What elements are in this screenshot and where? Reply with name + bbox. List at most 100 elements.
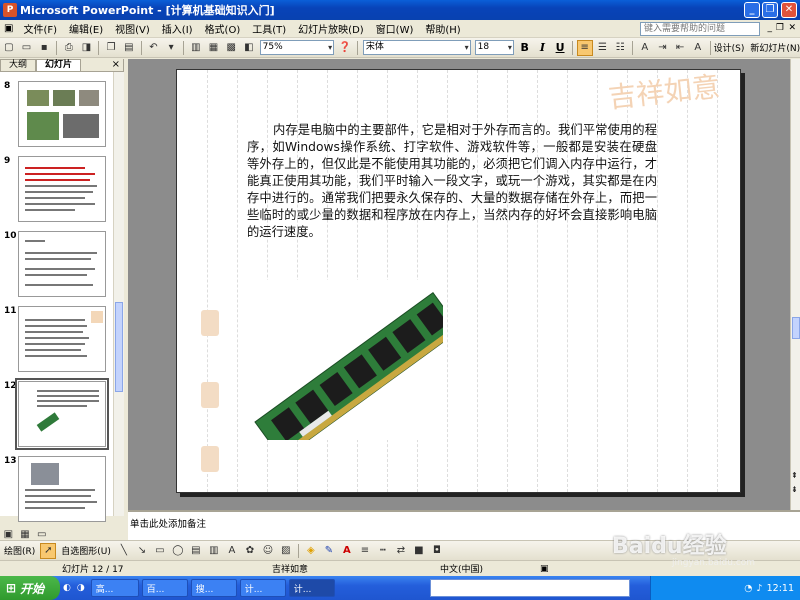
- menu-slideshow[interactable]: 幻灯片放映(D): [292, 21, 370, 36]
- slide-vertical-scrollbar[interactable]: ⇞ ⇟: [790, 59, 800, 510]
- font-size-select[interactable]: 18: [474, 40, 514, 55]
- oval-tool-icon[interactable]: ◯: [170, 543, 186, 559]
- undo-icon[interactable]: ↶: [146, 40, 162, 56]
- vertical-textbox-icon[interactable]: ▥: [206, 543, 222, 559]
- picture-icon[interactable]: ▨: [278, 543, 294, 559]
- bold-button[interactable]: B: [517, 40, 533, 56]
- slide-canvas[interactable]: 吉祥如意 内存是电脑中的主要部件，它是相对于外存而言的。我们平常使用的程序，如W…: [176, 69, 741, 493]
- minimize-button[interactable]: _: [744, 2, 760, 18]
- select-pointer-icon[interactable]: ➚: [40, 542, 57, 559]
- help-search-input[interactable]: 键入需要帮助的问题: [640, 22, 760, 36]
- start-button[interactable]: ⊞ 开始: [0, 576, 60, 600]
- menu-format[interactable]: 格式(O): [199, 21, 247, 36]
- align-left-icon[interactable]: ≡: [576, 39, 593, 56]
- font-select[interactable]: 宋体: [362, 40, 471, 55]
- powerpoint-app-icon[interactable]: P: [3, 3, 17, 17]
- clipart-icon[interactable]: ☺: [260, 543, 276, 559]
- ram-module-image[interactable]: [243, 280, 443, 440]
- insert-table-icon[interactable]: ▦: [206, 40, 222, 56]
- prev-slide-icon[interactable]: ⇞: [791, 471, 798, 480]
- thumbnail-image[interactable]: [18, 456, 106, 522]
- arrow-style-icon[interactable]: ⇄: [393, 543, 409, 559]
- indent-icon[interactable]: ⇥: [655, 40, 671, 56]
- line-tool-icon[interactable]: ╲: [116, 543, 132, 559]
- search-bar[interactable]: [430, 579, 630, 597]
- slides-pane-scrollbar[interactable]: [113, 72, 124, 516]
- shadow-icon[interactable]: ■: [411, 543, 427, 559]
- bullets-icon[interactable]: ☷: [612, 40, 628, 56]
- taskbar-item[interactable]: 高...: [90, 579, 139, 597]
- thumbnail-image[interactable]: [18, 81, 106, 147]
- document-icon[interactable]: ▣: [0, 23, 17, 34]
- textbox-tool-icon[interactable]: ▤: [188, 543, 204, 559]
- rectangle-tool-icon[interactable]: ▭: [152, 543, 168, 559]
- save-icon[interactable]: ▪: [36, 40, 52, 56]
- thumbnail-image[interactable]: [15, 378, 109, 450]
- next-slide-icon[interactable]: ⇟: [791, 485, 798, 494]
- draw-menu-button[interactable]: 绘图(R): [0, 544, 39, 557]
- doc-restore-button[interactable]: ❐: [776, 23, 784, 33]
- taskbar-item[interactable]: 搜...: [190, 579, 237, 597]
- zoom-select[interactable]: 75%: [259, 40, 335, 55]
- menu-file[interactable]: 文件(F): [17, 21, 63, 36]
- doc-minimize-button[interactable]: _: [768, 23, 773, 33]
- diagram-icon[interactable]: ✿: [242, 543, 258, 559]
- menu-view[interactable]: 视图(V): [109, 21, 156, 36]
- close-button[interactable]: ✕: [781, 2, 797, 18]
- help-icon[interactable]: ❓: [337, 40, 353, 56]
- slide-thumbnail[interactable]: 13: [0, 456, 112, 526]
- open-icon[interactable]: ▭: [19, 40, 35, 56]
- tab-outline[interactable]: 大纲: [0, 59, 37, 71]
- numbering-icon[interactable]: ☰: [595, 40, 611, 56]
- autoshapes-button[interactable]: 自选图形(U): [57, 544, 115, 557]
- preview-icon[interactable]: ◨: [79, 40, 95, 56]
- color-grayscale-icon[interactable]: ◧: [241, 40, 257, 56]
- new-icon[interactable]: ▢: [1, 40, 17, 56]
- slide-body-text[interactable]: 内存是电脑中的主要部件，它是相对于外存而言的。我们平常使用的程序，如Window…: [247, 122, 657, 241]
- taskbar-item[interactable]: 百...: [141, 579, 188, 597]
- fill-color-icon[interactable]: ◈: [303, 543, 319, 559]
- slide-thumbnail-selected[interactable]: 12: [0, 378, 112, 451]
- font-color-icon[interactable]: A: [690, 40, 706, 56]
- thumbnail-image[interactable]: [18, 156, 106, 222]
- menu-edit[interactable]: 编辑(E): [63, 21, 109, 36]
- thumbnail-image[interactable]: [18, 306, 106, 372]
- doc-close-button[interactable]: ✕: [788, 23, 796, 33]
- menu-help[interactable]: 帮助(H): [419, 21, 466, 36]
- close-pane-icon[interactable]: ×: [112, 59, 120, 70]
- design-button[interactable]: 设计(S): [714, 41, 745, 54]
- line-style-icon[interactable]: ≡: [357, 543, 373, 559]
- increase-font-icon[interactable]: A: [637, 40, 653, 56]
- network-icon[interactable]: ◔: [744, 583, 752, 594]
- wordart-icon[interactable]: A: [224, 543, 240, 559]
- notes-placeholder[interactable]: 单击此处添加备注: [130, 519, 206, 530]
- outdent-icon[interactable]: ⇤: [672, 40, 688, 56]
- menu-insert[interactable]: 插入(I): [156, 21, 199, 36]
- slide-thumbnail[interactable]: 10: [0, 231, 112, 301]
- arrow-tool-icon[interactable]: ↘: [134, 543, 150, 559]
- undo-dropdown-icon[interactable]: ▾: [163, 40, 179, 56]
- copy-icon[interactable]: ❐: [103, 40, 119, 56]
- taskbar-item[interactable]: 计...: [239, 579, 286, 597]
- tab-slides[interactable]: 幻灯片: [36, 59, 82, 71]
- quicklaunch-icon[interactable]: ◐: [63, 583, 71, 593]
- italic-button[interactable]: I: [535, 40, 551, 56]
- print-icon[interactable]: ⎙: [61, 40, 77, 56]
- quicklaunch-icon[interactable]: ◑: [77, 583, 85, 593]
- slide-thumbnail[interactable]: 9: [0, 156, 112, 226]
- line-color-icon[interactable]: ✎: [321, 543, 337, 559]
- dash-style-icon[interactable]: ┅: [375, 543, 391, 559]
- menu-window[interactable]: 窗口(W): [370, 21, 420, 36]
- grid-icon[interactable]: ▩: [223, 40, 239, 56]
- slide-thumbnail[interactable]: 11: [0, 306, 112, 376]
- restore-button[interactable]: ❐: [762, 2, 778, 18]
- menu-tools[interactable]: 工具(T): [246, 21, 292, 36]
- slide-thumbnail[interactable]: 8: [0, 81, 112, 151]
- insert-chart-icon[interactable]: ▥: [188, 40, 204, 56]
- new-slide-button[interactable]: 新幻灯片(N): [750, 41, 800, 54]
- taskbar-item-active[interactable]: 计...: [288, 579, 335, 597]
- paste-icon[interactable]: ▤: [121, 40, 137, 56]
- volume-icon[interactable]: ♪: [757, 583, 763, 594]
- font-color-icon[interactable]: A: [339, 543, 355, 559]
- underline-button[interactable]: U: [552, 40, 568, 56]
